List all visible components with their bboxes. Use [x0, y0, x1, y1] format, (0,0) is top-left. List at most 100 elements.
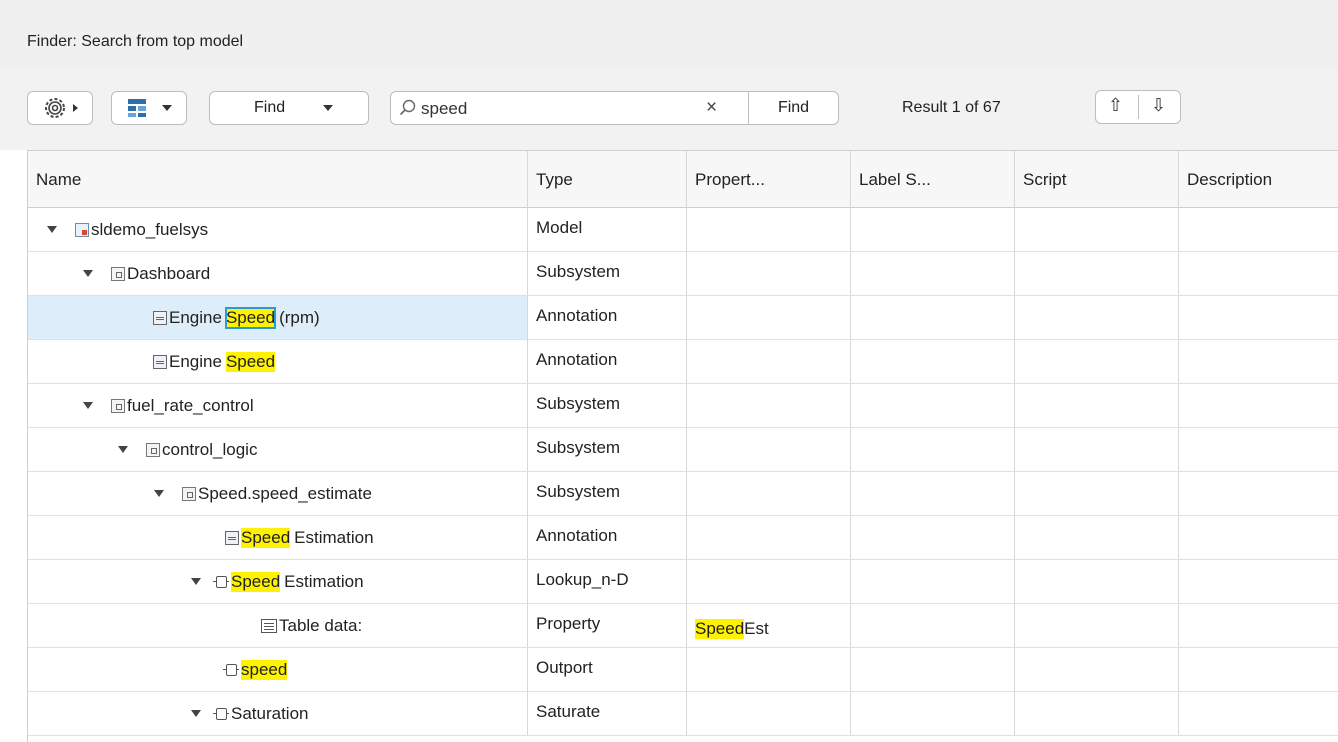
type-cell: Subsystem — [528, 384, 687, 427]
expand-triangle-icon[interactable] — [47, 226, 57, 233]
table-row[interactable]: Saturation Saturate — [28, 692, 1338, 736]
script-cell — [1015, 340, 1179, 383]
description-cell — [1179, 648, 1338, 691]
property-cell — [687, 428, 851, 471]
find-button[interactable]: Find — [748, 91, 839, 125]
expand-triangle-icon[interactable] — [118, 446, 128, 453]
type-cell: Annotation — [528, 296, 687, 339]
type-cell: Annotation — [528, 516, 687, 559]
row-name: Engine — [169, 351, 222, 371]
description-cell — [1179, 604, 1338, 647]
table-row[interactable]: Dashboard Subsystem — [28, 252, 1338, 296]
row-name: Engine — [169, 307, 222, 327]
script-cell — [1015, 208, 1179, 251]
description-cell — [1179, 208, 1338, 251]
model-icon — [75, 222, 89, 237]
script-cell — [1015, 692, 1179, 735]
label-string-cell — [851, 208, 1015, 251]
table-header: Name Type Propert... Label S... Script D… — [28, 150, 1338, 208]
column-header-label-string[interactable]: Label S... — [851, 151, 1015, 208]
column-header-script[interactable]: Script — [1015, 151, 1179, 208]
block-icon — [213, 575, 229, 588]
table-row-selected[interactable]: Engine Speed (rpm) Annotation — [28, 296, 1338, 340]
row-name: Saturation — [231, 703, 309, 723]
search-icon — [399, 99, 416, 116]
label-string-cell — [851, 648, 1015, 691]
table-row[interactable]: Speed Estimation Annotation — [28, 516, 1338, 560]
type-cell: Saturate — [528, 692, 687, 735]
table-row[interactable]: Engine Speed Annotation — [28, 340, 1338, 384]
property-cell — [687, 648, 851, 691]
description-cell — [1179, 340, 1338, 383]
label-string-cell — [851, 604, 1015, 647]
column-header-name[interactable]: Name — [28, 151, 528, 208]
type-cell: Model — [528, 208, 687, 251]
block-icon — [223, 663, 239, 676]
find-mode-label: Find — [254, 99, 286, 116]
table-row[interactable]: fuel_rate_control Subsystem — [28, 384, 1338, 428]
column-header-description[interactable]: Description — [1179, 151, 1338, 208]
table-row[interactable]: speed Outport — [28, 648, 1338, 692]
expand-triangle-icon[interactable] — [191, 578, 201, 585]
row-name: Speed.speed_estimate — [198, 483, 372, 503]
column-header-property[interactable]: Propert... — [687, 151, 851, 208]
label-string-cell — [851, 428, 1015, 471]
type-cell: Outport — [528, 648, 687, 691]
search-field[interactable]: speed × Find — [390, 91, 839, 125]
script-cell — [1015, 472, 1179, 515]
next-result-button[interactable]: ⇩ — [1151, 95, 1166, 116]
find-mode-dropdown[interactable]: Find — [209, 91, 369, 125]
expand-triangle-icon[interactable] — [83, 402, 93, 409]
view-mode-button[interactable] — [111, 91, 187, 125]
table-row[interactable]: control_logic Subsystem — [28, 428, 1338, 472]
subsystem-icon — [111, 398, 125, 413]
row-name: control_logic — [162, 439, 258, 459]
column-header-type[interactable]: Type — [528, 151, 687, 208]
block-icon — [213, 707, 229, 720]
annotation-icon — [153, 354, 167, 369]
script-cell — [1015, 296, 1179, 339]
type-cell: Subsystem — [528, 472, 687, 515]
search-match-highlight: Speed — [241, 527, 291, 548]
clear-search-icon[interactable]: × — [706, 97, 717, 119]
property-cell — [687, 296, 851, 339]
search-input[interactable]: speed — [421, 99, 467, 119]
property-cell — [687, 340, 851, 383]
name-cell: Engine Speed (rpm) — [28, 296, 528, 339]
subsystem-icon — [146, 442, 160, 457]
label-string-cell — [851, 296, 1015, 339]
row-name-suffix: Estimation — [284, 571, 364, 591]
gear-icon — [44, 98, 65, 118]
script-cell — [1015, 428, 1179, 471]
property-cell — [687, 692, 851, 735]
finder-toolbar: Find speed × Find Result 1 of 67 ⇧ ⇩ — [0, 68, 1338, 150]
property-cell — [687, 516, 851, 559]
window-title: Finder: Search from top model — [27, 33, 244, 50]
table-row[interactable]: Speed.speed_estimate Subsystem — [28, 472, 1338, 516]
chevron-down-icon — [162, 105, 172, 111]
row-name: Table data: — [279, 615, 363, 635]
annotation-icon — [153, 310, 167, 325]
results-table: Name Type Propert... Label S... Script D… — [27, 150, 1338, 742]
type-cell: Subsystem — [528, 428, 687, 471]
name-cell: fuel_rate_control — [28, 384, 528, 427]
expand-triangle-icon[interactable] — [83, 270, 93, 277]
label-string-cell — [851, 340, 1015, 383]
divider — [1138, 95, 1139, 119]
previous-result-button[interactable]: ⇧ — [1108, 95, 1123, 116]
property-cell: Speed Est — [687, 604, 851, 647]
expand-triangle-icon[interactable] — [154, 490, 164, 497]
expand-triangle-icon[interactable] — [191, 710, 201, 717]
table-row[interactable]: Speed Estimation Lookup_n-D — [28, 560, 1338, 604]
result-count: Result 1 of 67 — [902, 99, 1001, 116]
table-row[interactable]: sldemo_fuelsys Model — [28, 208, 1338, 252]
search-match-highlight: Speed — [224, 306, 277, 329]
name-cell: speed — [28, 648, 528, 691]
table-row[interactable]: Table data: Property Speed Est — [28, 604, 1338, 648]
hierarchy-view-icon — [128, 99, 146, 117]
subsystem-icon — [182, 486, 196, 501]
property-cell — [687, 252, 851, 295]
script-cell — [1015, 604, 1179, 647]
subsystem-icon — [111, 266, 125, 281]
settings-button[interactable] — [27, 91, 93, 125]
